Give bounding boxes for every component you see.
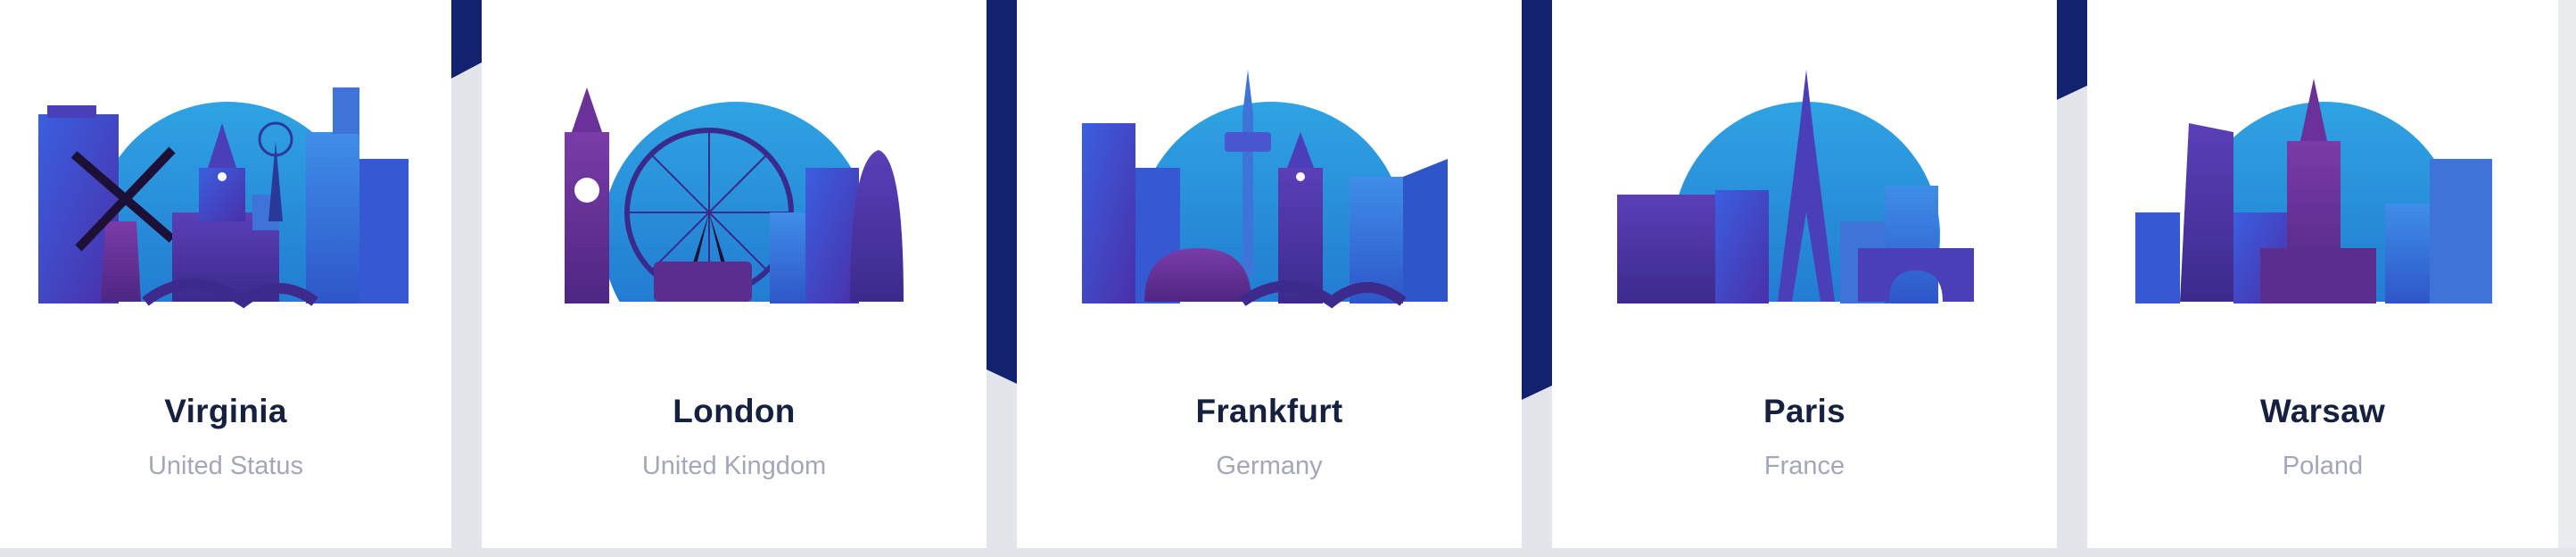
frankfurt-skyline-illustration bbox=[1082, 34, 1457, 337]
location-card-london[interactable]: London United Kingdom bbox=[482, 0, 987, 548]
city-name: London bbox=[673, 393, 796, 429]
paris-skyline-illustration bbox=[1617, 34, 1992, 337]
accent-band-4 bbox=[2057, 0, 2087, 557]
bottom-strip bbox=[0, 548, 2576, 557]
city-name: Virginia bbox=[164, 393, 287, 429]
location-card-virginia[interactable]: Virginia United Status bbox=[0, 0, 451, 548]
country-name: Germany bbox=[1216, 452, 1323, 480]
country-name: France bbox=[1763, 452, 1845, 480]
city-name: Warsaw bbox=[2259, 393, 2386, 429]
country-name: Poland bbox=[2282, 452, 2364, 480]
country-name: United Kingdom bbox=[641, 452, 827, 480]
location-card-frankfurt[interactable]: Frankfurt Germany bbox=[1017, 0, 1522, 548]
accent-band-3 bbox=[1522, 0, 1552, 557]
accent-band-1 bbox=[451, 0, 482, 557]
location-card-warsaw[interactable]: Warsaw Poland bbox=[2087, 0, 2558, 548]
city-name: Paris bbox=[1763, 393, 1845, 429]
country-name: United Status bbox=[147, 452, 304, 480]
city-name: Frankfurt bbox=[1195, 393, 1343, 429]
accent-band-2 bbox=[987, 0, 1017, 557]
location-card-paris[interactable]: Paris France bbox=[1552, 0, 2057, 548]
warsaw-skyline-illustration bbox=[2135, 34, 2510, 337]
virginia-skyline-illustration bbox=[38, 34, 413, 337]
london-skyline-illustration bbox=[547, 34, 921, 337]
